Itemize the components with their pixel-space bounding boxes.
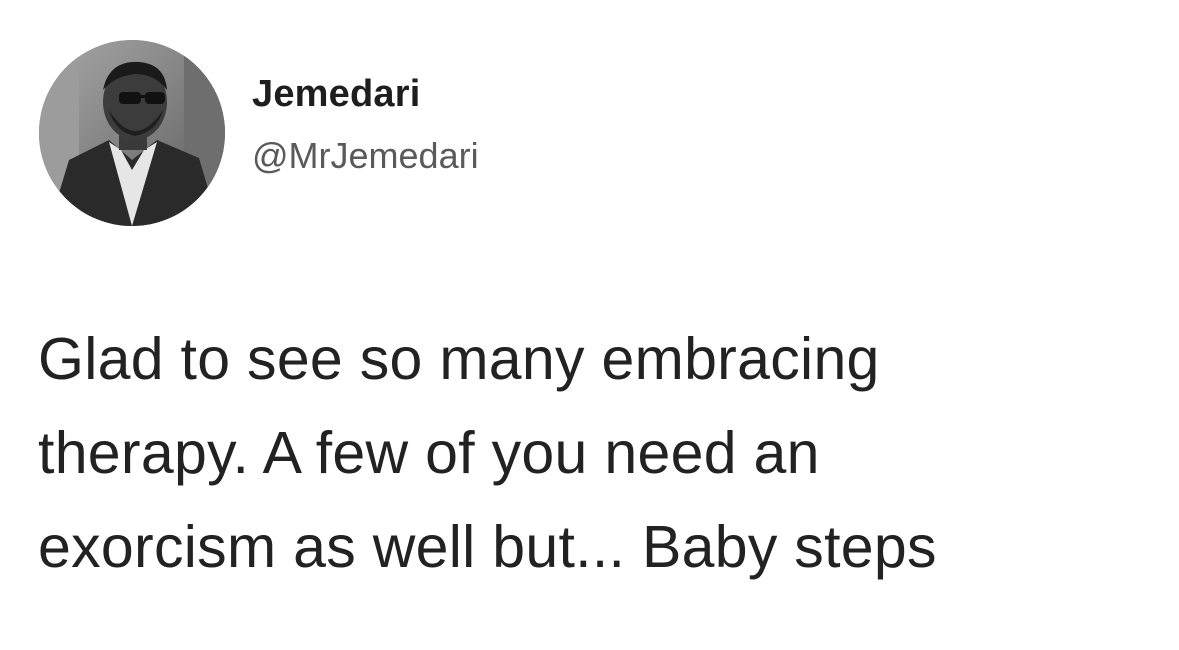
tweet-text-line: Glad to see so many embracing bbox=[38, 326, 880, 392]
display-name[interactable]: Jemedari bbox=[252, 70, 479, 118]
author-identity: Jemedari @MrJemedari bbox=[252, 70, 479, 180]
tweet-text-line: exorcism as well but... Baby steps bbox=[38, 514, 937, 580]
tweet-text: Glad to see so many embracing therapy. A… bbox=[38, 312, 1158, 594]
tweet-text-line: therapy. A few of you need an bbox=[38, 420, 820, 486]
handle[interactable]: @MrJemedari bbox=[252, 132, 479, 180]
avatar[interactable] bbox=[39, 40, 225, 226]
tweet-header: Jemedari @MrJemedari bbox=[39, 40, 479, 226]
tweet-card: Jemedari @MrJemedari Glad to see so many… bbox=[0, 0, 1179, 650]
avatar-photo-icon bbox=[39, 40, 225, 226]
